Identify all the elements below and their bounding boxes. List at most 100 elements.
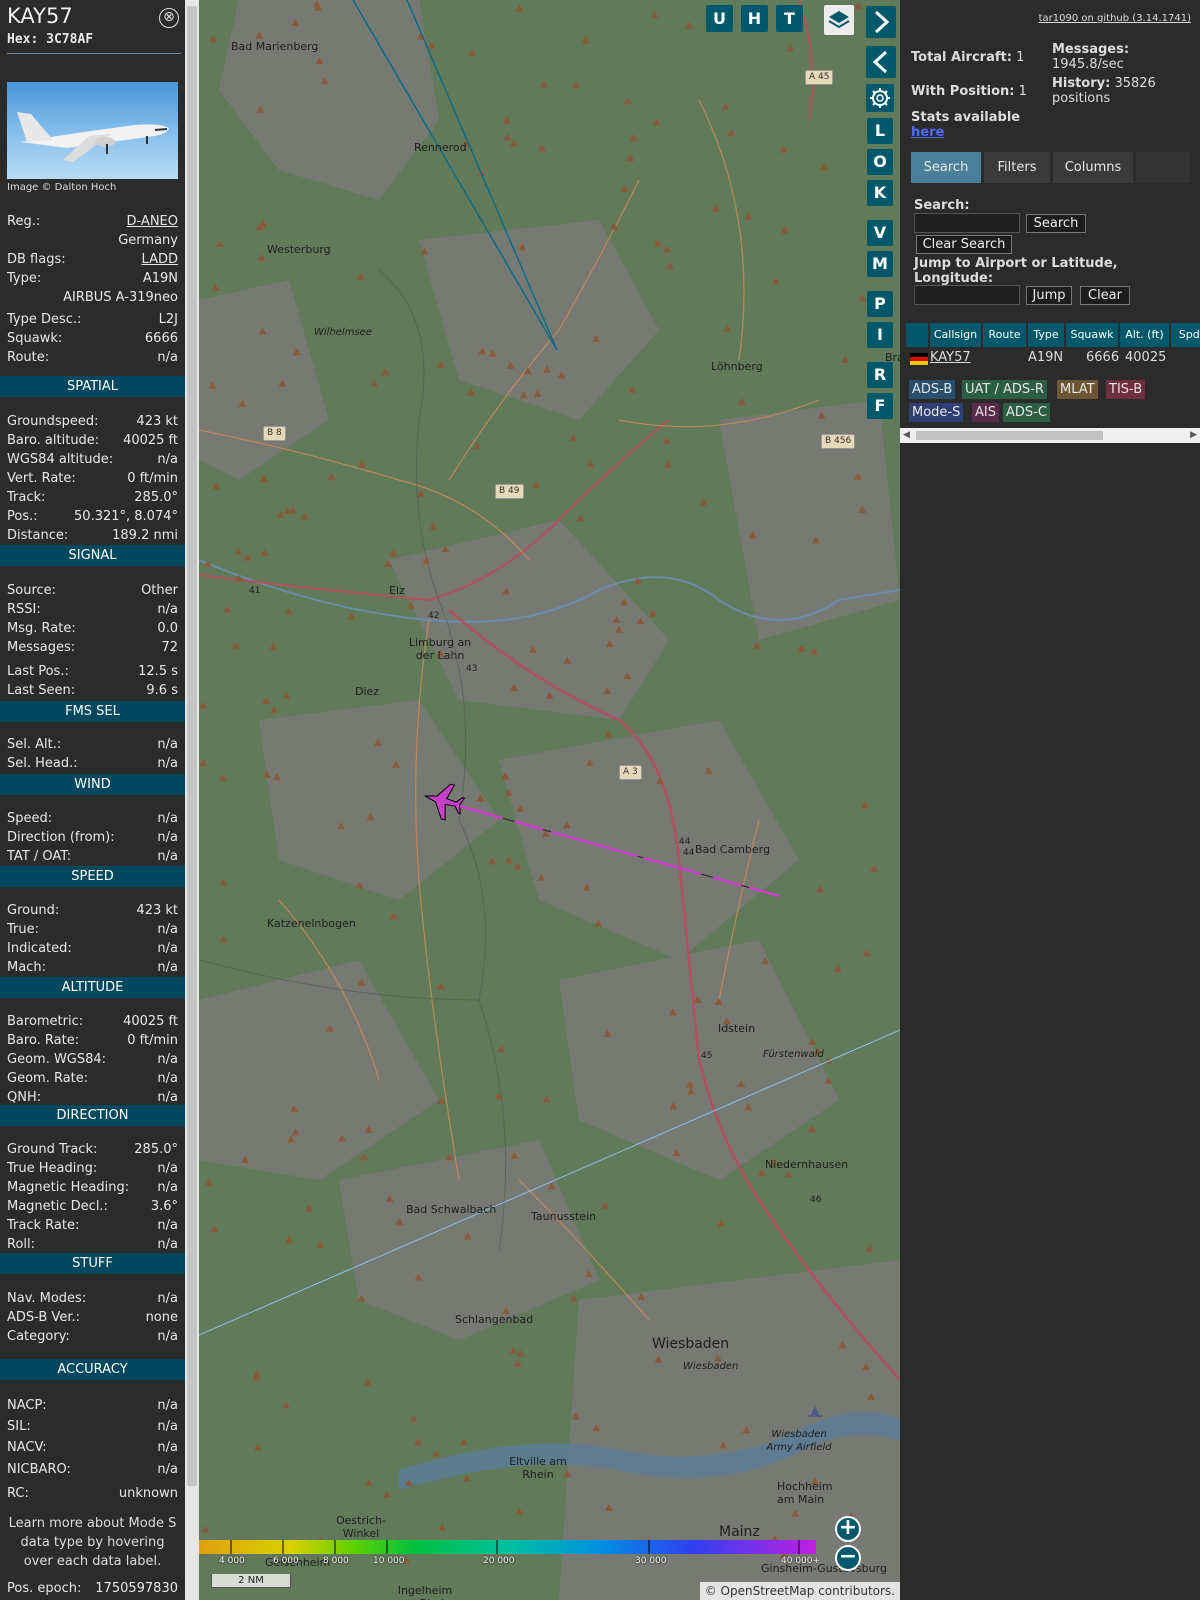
detail-label[interactable]: Direction (from):	[7, 829, 115, 847]
scrollbar-thumb[interactable]	[187, 6, 197, 1486]
col-flag[interactable]	[906, 323, 928, 347]
section-header-speed[interactable]: SPEED	[0, 866, 185, 887]
detail-label[interactable]: Last Pos.:	[7, 663, 69, 681]
section-header-wind[interactable]: WIND	[0, 774, 185, 795]
map-button-p[interactable]: P	[867, 291, 893, 317]
zoom-in-button[interactable]: +	[835, 1516, 861, 1542]
col-route[interactable]: Route	[983, 323, 1026, 347]
detail-label[interactable]: Category:	[7, 1328, 70, 1346]
detail-label[interactable]: Speed:	[7, 810, 52, 828]
detail-label[interactable]: NICBARO:	[7, 1461, 71, 1479]
map-button-r[interactable]: R	[867, 362, 893, 388]
detail-value[interactable]: D-ANEO	[127, 213, 178, 231]
detail-label[interactable]: Track:	[7, 489, 45, 507]
gear-icon[interactable]	[866, 84, 894, 112]
map-button-i[interactable]: I	[867, 322, 893, 348]
detail-label[interactable]: Ground Track:	[7, 1141, 97, 1159]
section-header-signal[interactable]: SIGNAL	[0, 545, 185, 566]
map-button-m[interactable]: M	[867, 251, 893, 277]
detail-label[interactable]: Geom. WGS84:	[7, 1051, 106, 1069]
detail-label[interactable]: WGS84 altitude:	[7, 451, 113, 469]
detail-label[interactable]: Sel. Head.:	[7, 755, 78, 773]
section-header-direction[interactable]: DIRECTION	[0, 1105, 185, 1126]
close-icon[interactable]: ⊗	[159, 8, 179, 28]
detail-label[interactable]: Nav. Modes:	[7, 1290, 86, 1308]
detail-label[interactable]: Source:	[7, 582, 56, 600]
map-button-f[interactable]: F	[867, 393, 893, 419]
detail-row: NACV: n/a	[7, 1439, 178, 1457]
section-header-altitude[interactable]: ALTITUDE	[0, 977, 185, 998]
detail-label[interactable]: Track Rate:	[7, 1217, 79, 1235]
github-link[interactable]: tar1090 on github (3.14.1741)	[1039, 13, 1191, 24]
detail-value: n/a	[157, 756, 178, 771]
detail-label[interactable]: RC:	[7, 1485, 29, 1503]
map-button-o[interactable]: O	[867, 149, 893, 175]
map-button-k[interactable]: K	[867, 180, 893, 206]
detail-label[interactable]: True Heading:	[7, 1160, 97, 1178]
search-button[interactable]: Search	[1026, 214, 1086, 233]
map-button-h[interactable]: H	[741, 5, 768, 32]
search-input[interactable]	[914, 213, 1020, 233]
detail-label[interactable]: Mach:	[7, 959, 46, 977]
detail-label[interactable]: Magnetic Decl.:	[7, 1198, 108, 1216]
map-button-l[interactable]: L	[867, 118, 893, 144]
detail-label[interactable]: NACV:	[7, 1439, 47, 1457]
detail-label[interactable]: Barometric:	[7, 1013, 83, 1031]
detail-label[interactable]: Sel. Alt.:	[7, 736, 61, 754]
detail-label[interactable]: Baro. altitude:	[7, 432, 99, 450]
section-header-fms-sel[interactable]: FMS SEL	[0, 701, 185, 722]
clear-button[interactable]: Clear	[1080, 286, 1130, 305]
table-horizontal-scrollbar[interactable]: ◀ ▶	[900, 428, 1200, 443]
detail-label[interactable]: RSSI:	[7, 601, 41, 619]
detail-label[interactable]: TAT / OAT:	[7, 848, 71, 866]
jump-input[interactable]	[914, 285, 1020, 305]
scroll-right-icon[interactable]: ▶	[1190, 430, 1197, 440]
col-squawk[interactable]: Squawk	[1066, 323, 1118, 347]
map-button-t[interactable]: T	[776, 5, 803, 32]
tab-columns[interactable]: Columns	[1053, 152, 1133, 183]
detail-label[interactable]: Roll:	[7, 1236, 35, 1254]
detail-label[interactable]: Magnetic Heading:	[7, 1179, 129, 1197]
clear-search-button[interactable]: Clear Search	[916, 235, 1012, 254]
stats-link[interactable]: here	[911, 125, 944, 140]
scroll-left-icon[interactable]: ◀	[903, 430, 910, 440]
section-header-spatial[interactable]: SPATIAL	[0, 376, 185, 397]
detail-label[interactable]: Last Seen:	[7, 682, 75, 700]
map-button-u[interactable]: U	[706, 5, 733, 32]
scrollbar-thumb[interactable]	[916, 431, 1103, 440]
detail-label[interactable]: NACP:	[7, 1397, 47, 1415]
section-header-stuff[interactable]: STUFF	[0, 1253, 185, 1274]
detail-label[interactable]: Distance:	[7, 527, 68, 545]
detail-value[interactable]: LADD	[142, 251, 178, 269]
section-header-accuracy[interactable]: ACCURACY	[0, 1359, 185, 1380]
col-speed[interactable]: Spd.	[1171, 323, 1200, 347]
detail-label[interactable]: Geom. Rate:	[7, 1070, 88, 1088]
detail-label[interactable]: True:	[7, 921, 39, 939]
detail-label[interactable]: Indicated:	[7, 940, 72, 958]
detail-label[interactable]: Vert. Rate:	[7, 470, 76, 488]
aircraft-photo[interactable]	[7, 82, 178, 179]
detail-label[interactable]: Baro. Rate:	[7, 1032, 79, 1050]
col-type[interactable]: Type	[1028, 323, 1064, 347]
layers-icon[interactable]	[824, 5, 854, 35]
detail-label[interactable]: Pos.:	[7, 508, 38, 526]
col-altitude[interactable]: Alt. (ft)	[1120, 323, 1169, 347]
info-panel-scrollbar[interactable]	[185, 0, 199, 1600]
row-callsign[interactable]: KAY57	[930, 349, 971, 367]
map-attribution[interactable]: © OpenStreetMap contributors.	[699, 1582, 900, 1600]
tab-search[interactable]: Search	[911, 152, 981, 183]
tab-filters[interactable]: Filters	[984, 152, 1050, 183]
detail-label[interactable]: Groundspeed:	[7, 413, 98, 431]
detail-label[interactable]: ADS-B Ver.:	[7, 1309, 80, 1327]
jump-button[interactable]: Jump	[1026, 286, 1072, 305]
col-callsign[interactable]: Callsign	[930, 323, 981, 347]
detail-label[interactable]: Msg. Rate:	[7, 620, 76, 638]
detail-label[interactable]: Ground:	[7, 902, 59, 920]
collapse-left-icon[interactable]	[866, 46, 896, 78]
map-button-v[interactable]: V	[867, 220, 893, 246]
zoom-out-button[interactable]: −	[835, 1545, 861, 1571]
expand-right-icon[interactable]	[866, 6, 896, 38]
map-view[interactable]: Bad Marienberg Rennerod Westerburg Wilhelms…	[199, 0, 900, 1600]
detail-label[interactable]: SIL:	[7, 1418, 31, 1436]
detail-label[interactable]: Messages:	[7, 639, 75, 657]
